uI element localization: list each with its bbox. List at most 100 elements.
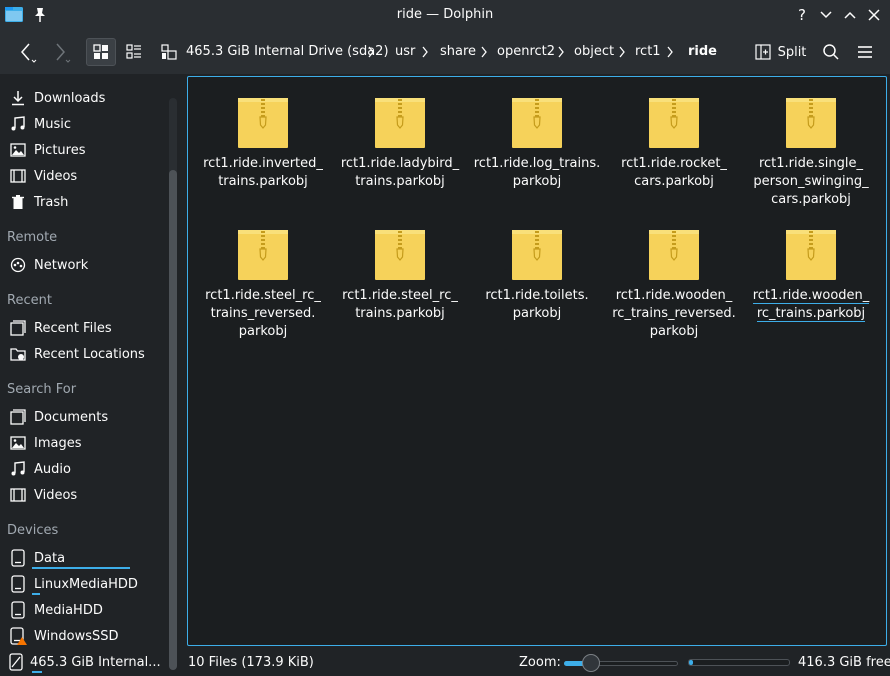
breadcrumb-rct1[interactable]: rct1	[635, 44, 661, 59]
back-button[interactable]	[12, 38, 42, 66]
file-name: rct1.ride.toilets. parkobj	[485, 288, 589, 321]
search-button[interactable]	[817, 38, 845, 66]
drive-icon	[8, 600, 28, 620]
breadcrumb-share[interactable]: share	[440, 44, 476, 59]
file-item[interactable]: rct1.ride.wooden_ rc_trains_reversed. park…	[609, 229, 739, 341]
chevron-up-icon	[844, 11, 856, 19]
breadcrumb-separator-icon	[422, 46, 428, 58]
location-root-button[interactable]	[156, 38, 182, 66]
drive-icon	[8, 652, 24, 672]
sidebar-places-icon	[161, 44, 177, 60]
sidebar-item-trash[interactable]: Trash	[8, 190, 158, 214]
svg-text:?: ?	[798, 7, 806, 23]
sidebar-item-recent-locations[interactable]: Recent Locations	[8, 342, 158, 366]
sidebar-item-label: Recent Locations	[34, 346, 145, 362]
icons-view-button[interactable]	[86, 38, 116, 66]
breadcrumb-object[interactable]: object	[574, 44, 614, 59]
breadcrumb-openrct2[interactable]: openrct2	[497, 44, 555, 59]
sidebar-item-label: LinuxMediaHDD	[34, 576, 138, 592]
sidebar-item-recent-files[interactable]: Recent Files	[8, 316, 158, 340]
sidebar-item-label: Recent Files	[34, 320, 112, 336]
network-icon	[8, 255, 28, 275]
forward-button[interactable]	[46, 38, 76, 66]
capacity-bar	[32, 671, 42, 673]
sidebar-item-label: MediaHDD	[34, 602, 103, 618]
sidebar-item-videos[interactable]: Videos	[8, 164, 158, 188]
sidebar-item-label: Pictures	[34, 142, 86, 158]
sidebar-item-music[interactable]: Music	[8, 112, 158, 136]
sidebar-item-pictures[interactable]: Pictures	[8, 138, 158, 162]
file-name: rct1.ride.ladybird_ trains.parkobj	[340, 156, 460, 189]
sidebar-heading-search: Search For	[7, 382, 77, 397]
file-item[interactable]: rct1.ride.toilets. parkobj	[472, 229, 602, 323]
archive-file-icon	[512, 98, 562, 148]
file-item[interactable]: rct1.ride.ladybird_ trains.parkobj	[335, 97, 465, 191]
maximize-button[interactable]	[841, 6, 859, 24]
sidebar-item-label: Videos	[34, 487, 78, 503]
sidebar-item-label: Network	[34, 257, 89, 273]
breadcrumb-separator-icon	[667, 46, 673, 58]
hamburger-menu-icon	[858, 46, 872, 58]
details-view-button[interactable]	[119, 38, 149, 66]
sidebar-item-downloads[interactable]: Downloads	[8, 86, 158, 110]
sidebar-item-audio[interactable]: Audio	[8, 457, 158, 481]
file-item[interactable]: rct1.ride.single_ person_swinging_ cars.pa…	[746, 97, 876, 209]
recent-files-icon	[8, 318, 28, 338]
split-button[interactable]: Split	[750, 38, 810, 66]
sidebar-scrollbar-thumb[interactable]	[169, 170, 177, 670]
file-item[interactable]: rct1.ride.steel_rc_ trains_reversed. parko…	[198, 229, 328, 341]
sidebar-item-label: Audio	[34, 461, 71, 477]
file-item[interactable]: rct1.ride.wooden_ rc_trains.parkobj	[746, 229, 876, 323]
music-icon	[8, 114, 28, 134]
breadcrumb-separator-icon	[481, 46, 487, 58]
sidebar-heading-devices: Devices	[7, 523, 59, 538]
sidebar-item-images[interactable]: Images	[8, 431, 158, 455]
capacity-bar	[32, 593, 40, 595]
archive-file-icon	[512, 230, 562, 280]
sidebar-item-label: WindowsSSD	[34, 628, 119, 644]
sidebar-item-network[interactable]: Network	[8, 253, 158, 277]
trash-icon	[8, 192, 28, 212]
sidebar-item-label: Trash	[34, 194, 69, 210]
sidebar-heading-recent: Recent	[7, 293, 52, 308]
file-item[interactable]: rct1.ride.steel_rc_ trains.parkobj	[335, 229, 465, 323]
breadcrumb-ride[interactable]: ride	[688, 44, 717, 59]
sidebar-item-internal-drive[interactable]: 465.3 GiB Internal...	[8, 650, 161, 674]
sidebar-item-windowsssd[interactable]: WindowsSSD	[8, 624, 158, 648]
file-item[interactable]: rct1.ride.log_trains. parkobj	[472, 97, 602, 191]
help-button[interactable]: ?	[793, 6, 811, 24]
minimize-button[interactable]	[817, 6, 835, 24]
videos-icon	[8, 166, 28, 186]
title-bar: ride — Dolphin ?	[0, 0, 890, 30]
recent-locations-icon	[8, 344, 28, 364]
drive-icon	[8, 574, 28, 594]
status-bar: 10 Files (173.9 KiB) Zoom: 416.3 GiB fre…	[180, 650, 890, 676]
archive-file-icon	[649, 230, 699, 280]
sidebar-item-documents[interactable]: Documents	[8, 405, 158, 429]
file-item[interactable]: rct1.ride.inverted_ trains.parkobj	[198, 97, 328, 191]
file-item[interactable]: rct1.ride.rocket_ cars.parkobj	[609, 97, 739, 191]
close-icon	[868, 9, 880, 21]
split-label: Split	[777, 44, 807, 60]
sidebar-item-search-videos[interactable]: Videos	[8, 483, 158, 507]
close-button[interactable]	[865, 6, 883, 24]
videos-icon	[8, 485, 28, 505]
file-name: rct1.ride.rocket_ cars.parkobj	[621, 156, 727, 189]
zoom-slider-handle[interactable]	[581, 654, 600, 672]
sidebar-item-linuxmediahdd[interactable]: LinuxMediaHDD	[8, 572, 158, 596]
sidebar-item-mediahdd[interactable]: MediaHDD	[8, 598, 158, 622]
breadcrumb-drive[interactable]: 465.3 GiB Internal Drive (sda2)	[186, 44, 389, 59]
sidebar-item-label: Documents	[34, 409, 109, 425]
chevron-down-icon	[820, 11, 832, 19]
hamburger-menu-button[interactable]	[851, 38, 879, 66]
archive-file-icon	[375, 98, 425, 148]
forward-arrow-icon	[56, 43, 71, 63]
archive-file-icon	[375, 230, 425, 280]
breadcrumb-separator-icon	[368, 46, 374, 58]
file-name: rct1.ride.steel_rc_ trains.parkobj	[342, 288, 458, 321]
zoom-slider[interactable]	[564, 654, 678, 672]
archive-file-icon	[786, 98, 836, 148]
sidebar-item-label: Music	[34, 116, 71, 132]
sidebar-item-label: Images	[34, 435, 82, 451]
breadcrumb-usr[interactable]: usr	[395, 44, 415, 59]
